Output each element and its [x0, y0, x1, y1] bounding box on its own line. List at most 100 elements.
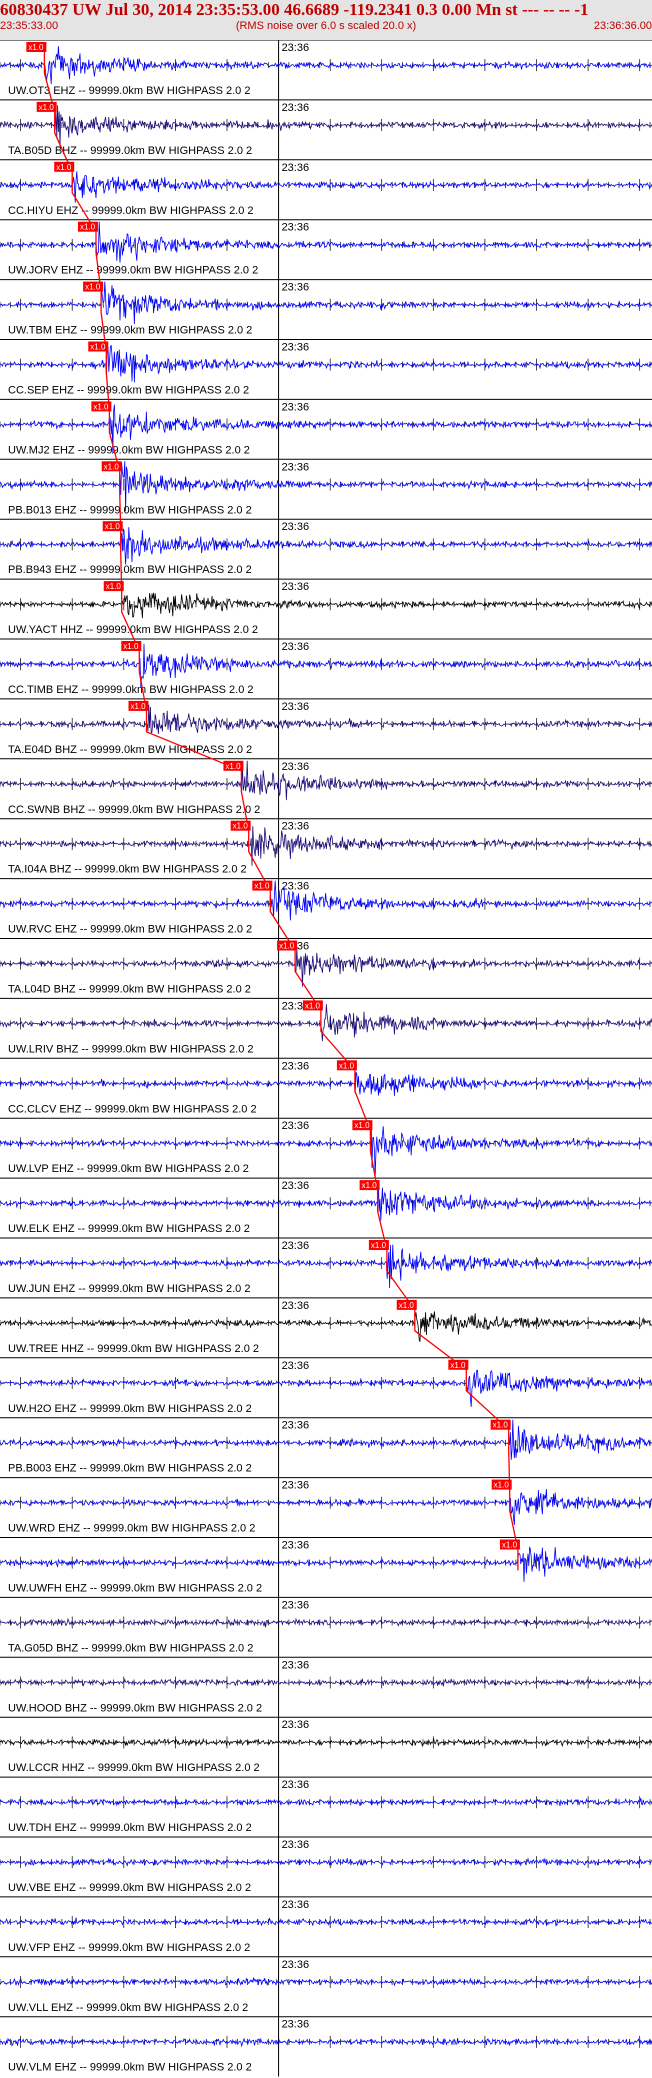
minute-mark-label: 23:36	[282, 1240, 310, 1252]
pick-marker: x1.0	[121, 641, 142, 651]
time-ticks	[0, 777, 651, 790]
station-label: UW.TREE HHZ -- 99999.0km BW HIGHPASS 2.0…	[8, 1343, 259, 1355]
waveform	[0, 826, 652, 866]
trace-1: 23:36 UW.OT3 EHZ -- 99999.0km BW HIGHPASS…	[0, 40, 652, 100]
pick-marker: x1.0	[448, 1359, 469, 1370]
start-time-label: 23:35:33.00	[0, 20, 59, 32]
trace-25: 23:36 UW.WRD EHZ -- 99999.0km BW HIGHPASS…	[0, 1477, 652, 1538]
waveform	[0, 1857, 652, 1868]
minute-mark-label: 23:36	[282, 1060, 310, 1072]
trace-32: 23:36 UW.VFP EHZ -- 99999.0km BW HIGHPASS…	[0, 1896, 652, 1957]
trace-24: 23:36 PB.B003 EHZ -- 99999.0km BW HIGHPAS…	[0, 1417, 652, 1478]
minute-mark-label: 23:36	[282, 282, 310, 294]
svg-text:x1.0: x1.0	[493, 1421, 509, 1430]
event-title: 60830437 UW Jul 30, 2014 23:35:53.00 46.…	[0, 0, 589, 19]
station-label: UW.UWFH EHZ -- 99999.0km BW HIGHPASS 2.0…	[8, 1583, 262, 1595]
time-ticks	[0, 1676, 651, 1689]
trace-18: 23:36 CC.CLCV EHZ -- 99999.0km BW HIGHPAS…	[0, 1057, 652, 1119]
waveform	[0, 760, 652, 801]
trace-28: 23:36 UW.HOOD BHZ -- 99999.0km BW HIGHPAS…	[0, 1656, 652, 1718]
station-label: TA.L04D BHZ -- 99999.0km BW HIGHPASS 2.0…	[8, 984, 251, 996]
minute-mark-label: 23:36	[282, 761, 310, 773]
trace-20: 23:36 UW.ELK EHZ -- 99999.0km BW HIGHPASS…	[0, 1177, 652, 1238]
station-label: CC.CLCV EHZ -- 99999.0km BW HIGHPASS 2.0…	[8, 1103, 257, 1115]
station-label: UW.VBE EHZ -- 99999.0km BW HIGHPASS 2.0 …	[8, 1882, 251, 1894]
seismogram-plot: 23:36 UW.OT3 EHZ -- 99999.0km BW HIGHPASS…	[0, 40, 652, 2077]
svg-text:x1.0: x1.0	[362, 1181, 378, 1190]
trace-9: 23:36 PB.B943 EHZ -- 99999.0km BW HIGHPAS…	[0, 518, 652, 580]
minute-mark-label: 23:36	[282, 42, 310, 54]
waveform	[0, 1977, 652, 1987]
trace-31: 23:36 UW.VBE EHZ -- 99999.0km BW HIGHPASS…	[0, 1836, 652, 1897]
station-label: TA.I04A BHZ -- 99999.0km BW HIGHPASS 2.0…	[8, 864, 247, 876]
trace-27: 23:36 TA.G05D BHZ -- 99999.0km BW HIGHPAS…	[0, 1596, 652, 1658]
pick-marker: x1.0	[368, 1240, 389, 1250]
station-label: TA.B05D BHZ -- 99999.0km BW HIGHPASS 2.0…	[8, 145, 252, 157]
station-label: UW.VFP EHZ -- 99999.0km BW HIGHPASS 2.0 …	[8, 1942, 250, 1954]
pick-marker: x1.0	[54, 161, 75, 172]
station-label: UW.LCCR HHZ -- 99999.0km BW HIGHPASS 2.0…	[8, 1762, 260, 1774]
station-label: UW.TBM EHZ -- 99999.0km BW HIGHPASS 2.0 …	[8, 325, 252, 337]
waveform	[0, 105, 652, 147]
pick-marker: x1.0	[103, 581, 124, 592]
svg-text:x1.0: x1.0	[90, 343, 106, 352]
minute-mark-label: 23:36	[282, 581, 310, 593]
station-label: UW.JUN EHZ -- 99999.0km BW HIGHPASS 2.0 …	[8, 1283, 250, 1295]
minute-mark-label: 23:36	[282, 222, 310, 234]
svg-text:x1.0: x1.0	[93, 402, 109, 411]
station-label: PB.B003 EHZ -- 99999.0km BW HIGHPASS 2.0…	[8, 1463, 252, 1475]
waveform	[0, 527, 652, 565]
trace-34: 23:36 UW.VLM EHZ -- 99999.0km BW HIGHPASS…	[0, 2016, 652, 2077]
trace-15: 23:36 UW.RVC EHZ -- 99999.0km BW HIGHPASS…	[0, 878, 652, 939]
station-label: UW.H2O EHZ -- 99999.0km BW HIGHPASS 2.0 …	[8, 1403, 252, 1415]
svg-text:x1.0: x1.0	[254, 882, 270, 891]
minute-mark-label: 23:36	[282, 1779, 310, 1791]
waveform	[0, 1004, 652, 1042]
minute-mark-label: 23:36	[282, 461, 310, 473]
pick-marker: x1.0	[336, 1060, 357, 1071]
pick-marker: x1.0	[277, 940, 298, 951]
pick-marker: x1.0	[83, 281, 104, 292]
station-label: UW.TDH EHZ -- 99999.0km BW HIGHPASS 2.0 …	[8, 1822, 252, 1834]
svg-text:x1.0: x1.0	[56, 163, 72, 172]
waveform	[0, 1617, 652, 1628]
pick-marker: x1.0	[101, 461, 122, 472]
svg-text:x1.0: x1.0	[494, 1481, 510, 1490]
pick-marker: x1.0	[91, 401, 112, 412]
minute-mark-label: 23:36	[282, 342, 310, 354]
svg-text:x1.0: x1.0	[399, 1301, 415, 1310]
svg-text:x1.0: x1.0	[104, 462, 120, 471]
end-time-label: 23:36:36.00	[593, 20, 652, 32]
station-label: CC.TIMB EHZ -- 99999.0km BW HIGHPASS 2.0…	[8, 684, 254, 696]
trace-30: 23:36 UW.TDH EHZ -- 99999.0km BW HIGHPASS…	[0, 1776, 652, 1837]
waveform	[0, 2037, 652, 2048]
svg-text:x1.0: x1.0	[225, 762, 241, 771]
minute-mark-label: 23:36	[282, 701, 310, 713]
pick-marker: x1.0	[223, 760, 244, 771]
pick-marker: x1.0	[26, 42, 47, 52]
trace-10: 23:36 UW.YACT HHZ -- 99999.0km BW HIGHPAS…	[0, 578, 652, 639]
pick-marker: x1.0	[230, 820, 251, 831]
waveform	[0, 1183, 652, 1221]
waveform	[0, 1369, 652, 1407]
minute-mark-label: 23:36	[282, 1360, 310, 1372]
waveform	[0, 643, 652, 688]
minute-mark-label: 23:36	[282, 1959, 310, 1971]
svg-text:x1.0: x1.0	[80, 223, 96, 232]
waveform	[0, 592, 652, 619]
station-label: CC.SEP EHZ -- 99999.0km BW HIGHPASS 2.0 …	[8, 385, 249, 397]
trace-8: 23:36 PB.B013 EHZ -- 99999.0km BW HIGHPAS…	[0, 458, 652, 520]
trace-29: 23:36 UW.LCCR HHZ -- 99999.0km BW HIGHPAS…	[0, 1716, 652, 1778]
waveform	[0, 1072, 652, 1097]
pick-marker: x1.0	[252, 880, 273, 891]
station-label: UW.ELK EHZ -- 99999.0km BW HIGHPASS 2.0 …	[8, 1223, 250, 1235]
svg-text:x1.0: x1.0	[39, 103, 55, 112]
svg-text:x1.0: x1.0	[123, 642, 139, 651]
station-label: TA.G05D BHZ -- 99999.0km BW HIGHPASS 2.0…	[8, 1642, 253, 1654]
pick-marker: x1.0	[302, 1000, 323, 1011]
minute-mark-label: 23:36	[282, 401, 310, 413]
station-label: UW.MJ2 EHZ -- 99999.0km BW HIGHPASS 2.0 …	[8, 444, 250, 456]
waveform	[0, 880, 652, 921]
station-label: UW.RVC EHZ -- 99999.0km BW HIGHPASS 2.0 …	[8, 924, 252, 936]
station-label: TA.E04D BHZ -- 99999.0km BW HIGHPASS 2.0…	[8, 744, 252, 756]
